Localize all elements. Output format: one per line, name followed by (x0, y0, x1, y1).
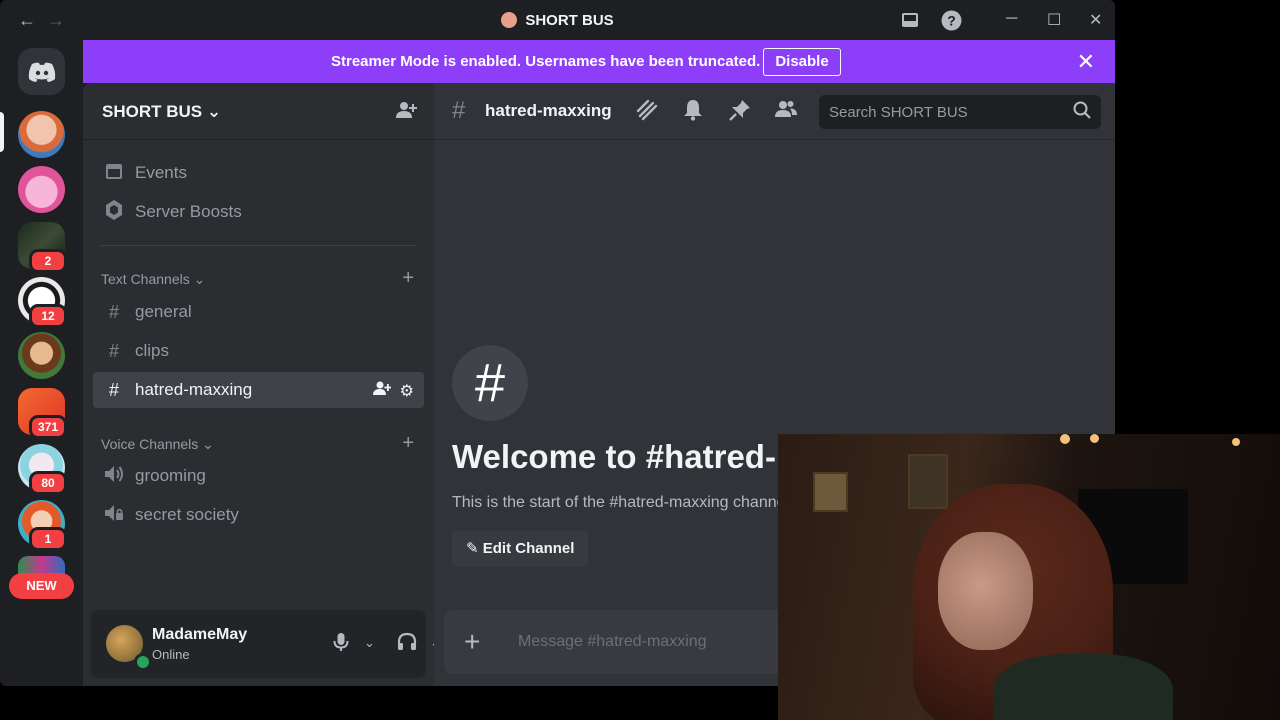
server-header[interactable]: SHORT BUS ⌄ (83, 83, 434, 140)
welcome-subtitle: This is the start of the #hatred-maxxing… (452, 494, 794, 511)
channel-header: # hatred-maxxing Search SHORT BUS (434, 83, 1115, 140)
speaker-icon (103, 465, 125, 488)
member-list-icon[interactable] (775, 99, 797, 125)
server-item[interactable]: 1 (18, 500, 67, 551)
person-shirt (993, 654, 1173, 720)
boost-gem-icon (103, 199, 125, 225)
server-boosts-item[interactable]: Server Boosts (93, 194, 424, 230)
channel-title: hatred-maxxing (485, 101, 612, 120)
selected-server-pill (0, 112, 4, 152)
new-badge[interactable]: NEW (9, 573, 74, 599)
calendar-icon (103, 162, 125, 185)
search-input[interactable]: Search SHORT BUS (819, 95, 1101, 129)
search-icon (1073, 101, 1091, 124)
channel-label: secret society (135, 505, 239, 524)
hashtag-icon: # (108, 379, 119, 400)
channel-label: hatred-maxxing (135, 380, 253, 399)
close-button[interactable]: ✕ (1089, 10, 1102, 30)
channel-tools: ⚙ (373, 380, 414, 401)
person-face (938, 532, 1033, 650)
microphone-icon[interactable] (332, 632, 350, 657)
threads-icon[interactable] (636, 99, 658, 127)
channel-sidebar: SHORT BUS ⌄ Events Server Boosts Text Ch… (83, 83, 481, 686)
maximize-button[interactable]: ☐ (1047, 10, 1061, 30)
user-status: Online (152, 647, 190, 662)
search-placeholder: Search SHORT BUS (829, 104, 968, 121)
server-icon (501, 12, 518, 28)
channel-label: grooming (135, 466, 206, 485)
disable-streamer-mode-button[interactable]: Disable (763, 48, 841, 76)
title-bar: ← → SHORT BUS ? ─ ☐ ✕ (0, 0, 1115, 40)
server-item[interactable]: 12 (18, 277, 67, 328)
server-name[interactable]: SHORT BUS ⌄ (102, 102, 221, 122)
events-label: Events (135, 163, 187, 182)
unread-badge: 1 (29, 527, 67, 551)
boosts-label: Server Boosts (135, 202, 242, 221)
webcam-overlay (778, 434, 1280, 720)
create-voice-channel-plus-icon[interactable]: + (402, 432, 414, 455)
pencil-icon: ✎ (466, 540, 479, 557)
svg-text:?: ? (947, 13, 956, 29)
create-text-channel-plus-icon[interactable]: + (402, 267, 414, 290)
hashtag-icon: # (108, 301, 119, 322)
close-icon[interactable]: ✕ (1077, 49, 1095, 75)
message-input-placeholder: Message #hatred-maxxing (518, 633, 707, 650)
wall-light (1232, 438, 1240, 446)
voice-channels-category[interactable]: Voice Channels ⌄ (101, 436, 214, 453)
hashtag-icon: # (452, 97, 466, 124)
channel-hatred-maxxing[interactable]: # hatred-maxxing ⚙ (93, 372, 424, 408)
server-item[interactable] (18, 332, 65, 379)
help-icon[interactable]: ? (941, 10, 962, 36)
edit-channel-button[interactable]: ✎ Edit Channel (452, 531, 589, 567)
picture-frame (813, 472, 848, 512)
channel-label: general (135, 302, 192, 321)
unread-badge: 371 (29, 415, 67, 439)
server-rail: 2 12 371 80 1 NEW (0, 40, 83, 686)
channel-welcome-hashtag-icon: # (452, 345, 528, 421)
voice-channel-secret-society[interactable]: secret society (93, 497, 424, 533)
channel-clips[interactable]: # clips (93, 333, 424, 369)
headphones-icon[interactable] (397, 632, 417, 657)
bell-icon[interactable] (683, 99, 703, 127)
gear-icon[interactable]: ⚙ (400, 383, 414, 400)
voice-channel-grooming[interactable]: grooming (93, 458, 424, 494)
unread-badge: 2 (29, 249, 67, 273)
channel-label: clips (135, 341, 170, 360)
server-item[interactable]: 2 (18, 222, 67, 273)
user-panel: MadameMay Online ⌄ ⌄ ⚙ (91, 610, 481, 678)
streamer-mode-banner: Streamer Mode is enabled. Usernames have… (83, 40, 1115, 83)
add-attachment-plus-icon[interactable]: + (464, 626, 480, 658)
username[interactable]: MadameMay (152, 626, 247, 644)
wall-light (1090, 434, 1099, 443)
online-status-dot (134, 653, 152, 671)
chevron-down-icon[interactable]: ⌄ (364, 635, 375, 651)
discord-logo-icon (28, 62, 55, 82)
locked-speaker-icon (103, 504, 125, 527)
unread-badge: 80 (29, 471, 67, 495)
minimize-button[interactable]: ─ (1006, 10, 1017, 28)
banner-text: Streamer Mode is enabled. Usernames have… (331, 53, 761, 70)
server-item[interactable] (18, 166, 65, 213)
inbox-icon[interactable] (900, 10, 920, 35)
create-invite-icon[interactable] (373, 381, 395, 400)
server-item[interactable]: 80 (18, 444, 67, 495)
wall-light (1060, 434, 1070, 444)
text-channels-category[interactable]: Text Channels ⌄ (101, 271, 205, 288)
hashtag-icon: # (108, 340, 119, 361)
pin-icon[interactable] (729, 99, 751, 127)
server-short-bus[interactable] (18, 111, 65, 158)
sidebar-divider (101, 245, 416, 246)
invite-people-icon[interactable] (396, 100, 418, 126)
home-button[interactable] (18, 48, 65, 95)
channel-general[interactable]: # general (93, 294, 424, 330)
server-item[interactable]: 371 (18, 388, 67, 439)
edit-channel-label: Edit Channel (482, 540, 575, 557)
picture-frame (908, 454, 948, 509)
events-item[interactable]: Events (93, 155, 424, 191)
unread-badge: 12 (29, 304, 67, 328)
